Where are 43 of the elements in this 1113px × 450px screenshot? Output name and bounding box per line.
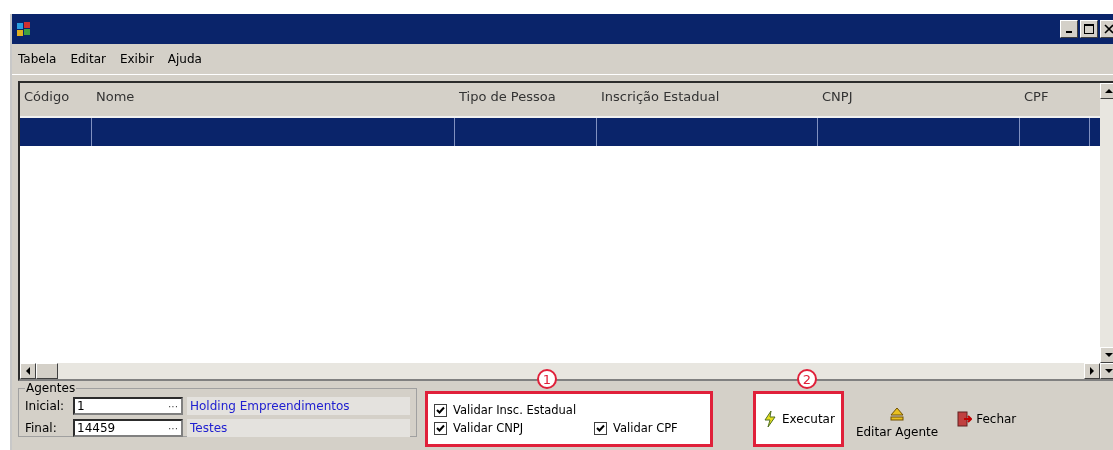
close-icon <box>1104 24 1113 34</box>
step-marker: 2 <box>797 369 817 389</box>
close-button[interactable]: Fechar <box>950 391 1023 447</box>
checkbox-box[interactable] <box>434 403 447 417</box>
checkbox[interactable]: Validar Insc. Estadual <box>434 403 704 417</box>
field-label: Final: <box>25 421 58 435</box>
field-label: Inicial: <box>25 399 66 413</box>
app-icon <box>16 21 32 37</box>
right-arrow-icon <box>1088 367 1096 375</box>
maximize-icon <box>1084 24 1094 34</box>
eject-icon <box>890 407 905 421</box>
code-input-field[interactable]: 14459 ··· <box>73 419 183 437</box>
checkbox-box[interactable] <box>434 421 447 435</box>
menu-item[interactable]: Ajuda <box>167 52 202 66</box>
step-marker: 1 <box>537 369 557 389</box>
checkbox[interactable]: Validar CNPJ <box>434 421 594 435</box>
minimize-icon <box>1066 31 1072 33</box>
left-arrow-icon <box>24 367 32 375</box>
close-button[interactable] <box>1100 20 1113 38</box>
edit-agent-button[interactable]: Editar Agente <box>849 391 945 447</box>
up-arrow-icon <box>1105 87 1113 95</box>
lightning-icon <box>762 410 778 428</box>
menu-item[interactable]: Exibir <box>119 52 154 66</box>
scrollbar-thumb[interactable] <box>36 363 58 379</box>
minimize-button[interactable] <box>1060 20 1078 38</box>
menu-item[interactable]: Tabela <box>18 52 57 66</box>
group-title: Agentes <box>25 381 77 395</box>
column-header[interactable]: Tipo de Pessoa <box>455 83 597 116</box>
column-header[interactable]: Código <box>20 83 92 116</box>
checkbox[interactable]: Validar CPF <box>594 421 678 435</box>
code-input-field[interactable]: 1 ··· <box>73 397 183 415</box>
agent-name-field: Holding Empreendimentos <box>187 397 410 415</box>
agent-name-field: Testes <box>187 419 410 437</box>
column-header[interactable]: Inscrição Estadual <box>597 83 818 116</box>
column-header[interactable]: Nome <box>92 83 455 116</box>
column-header[interactable]: CNPJ <box>818 83 1020 116</box>
menu-item[interactable]: Editar <box>70 52 106 66</box>
checkbox-box[interactable] <box>594 421 607 435</box>
execute-button[interactable]: Executar <box>753 391 844 447</box>
maximize-button[interactable] <box>1080 20 1098 38</box>
column-header[interactable]: CPF <box>1020 83 1090 116</box>
exit-door-icon <box>956 411 973 427</box>
vertical-scrollbar[interactable] <box>1100 83 1113 379</box>
